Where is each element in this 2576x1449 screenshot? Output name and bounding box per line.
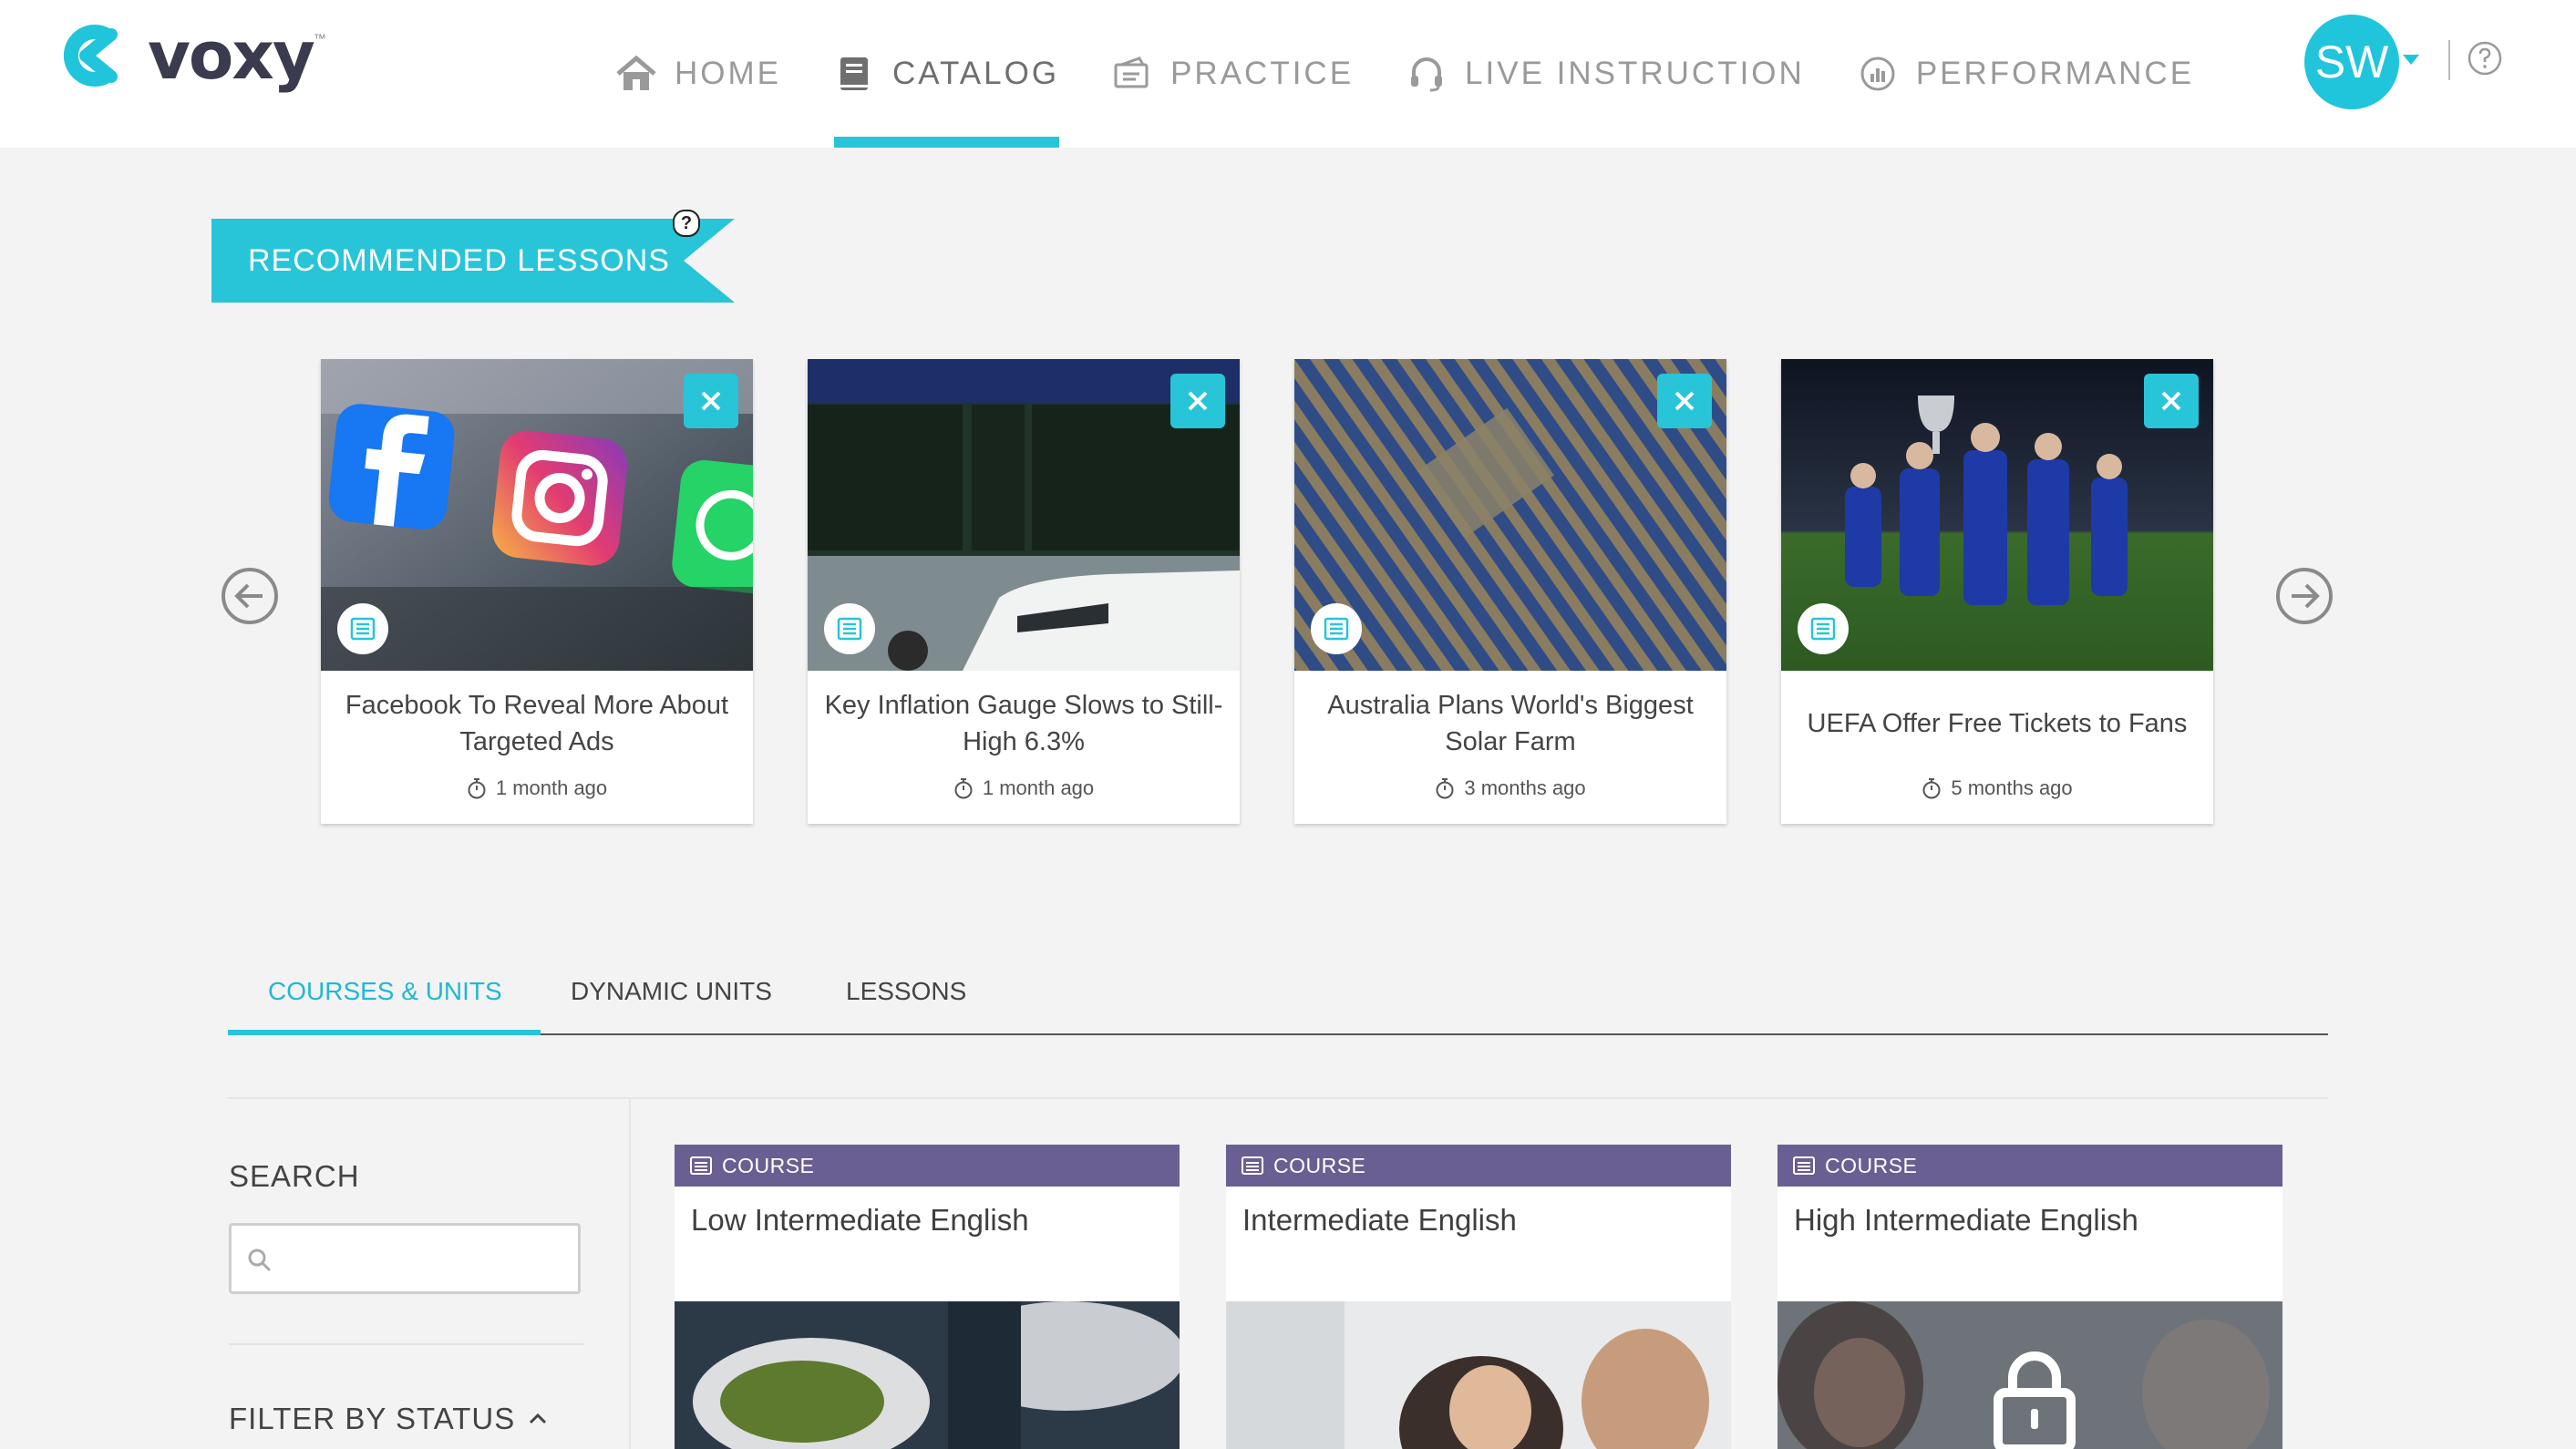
arrow-left-icon[interactable]: [221, 567, 279, 625]
lesson-time: 1 month ago: [808, 776, 1240, 800]
lesson-time-text: 5 months ago: [1951, 776, 2073, 799]
tab-lessons[interactable]: LESSONS: [846, 966, 966, 1033]
lesson-title: Key Inflation Gauge Slows to Still-High …: [824, 691, 1223, 756]
main-nav: HOME CATALOG PRACTICE LIVE INSTRUCTION P…: [616, 0, 2247, 148]
recommended-banner-text-wrap: RECOMMENDED LESSONS: [211, 219, 735, 303]
chevron-up-icon: [530, 1413, 547, 1424]
header-divider: [2448, 40, 2450, 80]
nav-practice[interactable]: PRACTICE: [1112, 0, 1354, 148]
nav-catalog-label: CATALOG: [892, 56, 1060, 91]
nav-live-instruction[interactable]: LIVE INSTRUCTION: [1406, 0, 1805, 148]
sidebar-divider: [629, 1097, 631, 1449]
user-avatar[interactable]: SW: [2304, 15, 2399, 109]
tab-courses-units[interactable]: COURSES & UNITS: [228, 966, 541, 1035]
caret-down-icon[interactable]: [2403, 55, 2419, 65]
nav-catalog[interactable]: CATALOG: [834, 0, 1060, 148]
close-icon[interactable]: [2144, 374, 2199, 428]
search-input[interactable]: [229, 1223, 581, 1294]
course-card[interactable]: COURSE Low Intermediate English: [675, 1145, 1180, 1449]
search-label: SEARCH: [229, 1159, 360, 1193]
people-meeting-photo: [1226, 1301, 1731, 1449]
course-card-header: COURSE: [1226, 1145, 1731, 1187]
logo-wordmark: voxy: [148, 17, 315, 94]
filter-by-status-label: FILTER BY STATUS: [229, 1402, 516, 1435]
course-title: High Intermediate English: [1794, 1203, 2138, 1237]
lesson-title: UEFA Offer Free Tickets to Fans: [1807, 709, 2188, 738]
article-icon: [1311, 603, 1362, 654]
nav-performance-label: PERFORMANCE: [1915, 56, 2195, 91]
lesson-card[interactable]: UEFA Offer Free Tickets to Fans 5 months…: [1781, 359, 2213, 824]
stopwatch-icon: [1436, 778, 1454, 799]
lesson-title: Australia Plans World's Biggest Solar Fa…: [1327, 691, 1694, 756]
tab-dynamic-units[interactable]: DYNAMIC UNITS: [571, 966, 772, 1033]
chart-icon: [1858, 54, 1898, 94]
lesson-title: Facebook To Reveal More About Targeted A…: [345, 691, 729, 756]
lesson-card[interactable]: Key Inflation Gauge Slows to Still-High …: [808, 359, 1240, 824]
course-type-label: COURSE: [1825, 1153, 1918, 1177]
filter-by-status-toggle[interactable]: FILTER BY STATUS: [229, 1402, 548, 1436]
nav-live-instruction-label: LIVE INSTRUCTION: [1465, 56, 1805, 91]
lesson-time: 3 months ago: [1294, 776, 1726, 800]
arrow-right-icon[interactable]: [2275, 567, 2334, 625]
lesson-time-text: 1 month ago: [495, 776, 608, 799]
food-photo: [675, 1301, 1180, 1449]
close-icon[interactable]: [1657, 374, 1712, 428]
logo-trademark: ™: [313, 31, 326, 46]
help-icon[interactable]: [2467, 40, 2503, 77]
lesson-card[interactable]: Australia Plans World's Biggest Solar Fa…: [1294, 359, 1726, 824]
headset-icon: [1406, 54, 1447, 94]
article-icon: [824, 603, 875, 654]
stopwatch-icon: [954, 778, 973, 799]
course-card-header: COURSE: [675, 1145, 1180, 1187]
nav-practice-label: PRACTICE: [1170, 56, 1355, 91]
article-icon: [1798, 603, 1849, 654]
lesson-time-text: 3 months ago: [1464, 776, 1586, 799]
panel-divider: [228, 1097, 2328, 1099]
course-title: Intermediate English: [1242, 1203, 1517, 1237]
course-card-header: COURSE: [1777, 1145, 2282, 1187]
voxy-logo-mark-icon: [63, 25, 137, 87]
lesson-card[interactable]: Facebook To Reveal More About Targeted A…: [321, 359, 753, 824]
top-header: voxy ™ HOME CATALOG PRACTICE LIVE INSTRU…: [0, 0, 2576, 148]
voxy-logo[interactable]: voxy ™: [58, 17, 326, 94]
nav-home[interactable]: HOME: [616, 0, 781, 148]
lock-icon: [1994, 1351, 2076, 1449]
course-card[interactable]: COURSE High Intermediate English: [1777, 1145, 2282, 1449]
course-icon: [1242, 1156, 1263, 1175]
recommended-title: RECOMMENDED LESSONS: [248, 243, 670, 278]
course-icon: [690, 1156, 712, 1175]
course-type-label: COURSE: [1273, 1153, 1366, 1177]
book-icon: [834, 54, 874, 94]
course-type-label: COURSE: [722, 1153, 815, 1177]
stopwatch-icon: [1922, 778, 1941, 799]
sidebar-section-divider: [229, 1343, 584, 1345]
recommended-help-icon[interactable]: ?: [673, 210, 700, 237]
close-icon[interactable]: [1170, 374, 1225, 428]
home-icon: [616, 54, 656, 94]
course-icon: [1793, 1156, 1815, 1175]
ticket-icon: [1112, 54, 1152, 94]
stopwatch-icon: [468, 778, 486, 799]
lesson-time: 5 months ago: [1781, 776, 2213, 800]
lesson-time: 1 month ago: [321, 776, 753, 800]
lesson-time-text: 1 month ago: [982, 776, 1095, 799]
course-title: Low Intermediate English: [691, 1203, 1029, 1237]
close-icon[interactable]: [684, 374, 738, 428]
article-icon: [337, 603, 388, 654]
catalog-tabs: COURSES & UNITS DYNAMIC UNITS LESSONS: [228, 966, 2328, 1035]
course-card[interactable]: COURSE Intermediate English: [1226, 1145, 1731, 1449]
nav-home-label: HOME: [675, 56, 781, 91]
nav-performance[interactable]: PERFORMANCE: [1858, 0, 2194, 148]
